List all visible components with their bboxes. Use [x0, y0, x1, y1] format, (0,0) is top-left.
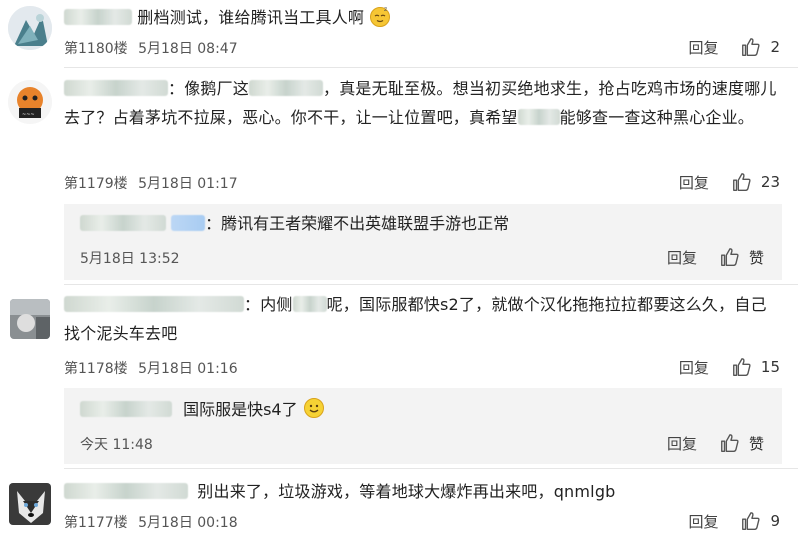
comment-text: 删档测试，谁给腾讯当工具人啊 z	[64, 3, 780, 32]
avatar[interactable]: ~~~	[8, 80, 52, 124]
like-count: 15	[760, 358, 780, 376]
reply-actions: 回复 赞	[667, 246, 764, 268]
floor-number: 第1177楼	[64, 515, 128, 531]
username-blurred[interactable]	[80, 215, 166, 231]
comment-actions: 回复 15	[679, 356, 780, 378]
reply-body: ：腾讯有王者荣耀不出英雄联盟手游也正常	[205, 214, 510, 233]
comment-actions: 回复 2	[688, 36, 780, 58]
thumbs-up-icon	[732, 173, 751, 191]
thumbs-up-icon	[742, 38, 761, 56]
reply-text: 国际服是快s4了	[80, 396, 766, 424]
reply-button[interactable]: 回复	[667, 247, 697, 268]
reply-text: ：腾讯有王者荣耀不出英雄联盟手游也正常	[80, 210, 766, 238]
reply-button[interactable]: 回复	[688, 511, 718, 532]
comment-meta: 第1180楼 5月18日 08:47	[64, 38, 238, 58]
redacted-text	[171, 215, 206, 231]
like-button[interactable]: 赞	[719, 432, 764, 454]
reply-button[interactable]: 回复	[667, 433, 697, 454]
comment-meta: 第1179楼 5月18日 01:17	[64, 173, 238, 193]
comment-body: 删档测试，谁给腾讯当工具人啊	[137, 8, 365, 27]
divider	[64, 468, 798, 469]
username-blurred[interactable]	[64, 483, 188, 499]
redacted-text	[517, 109, 560, 125]
avatar-image: ~~~	[8, 80, 52, 124]
avatar[interactable]	[9, 483, 51, 525]
comment-text: 别出来了，垃圾游戏，等着地球大爆炸再出来吧，qnmlgb	[64, 477, 780, 506]
reply-box: 国际服是快s4了 今天 11:48 回复 赞	[64, 388, 782, 464]
comment-text: ：像鹅厂这 ，真是无耻至极。想当初买绝地求生，抢占吃鸡市场的速度哪儿去了？占着茅坑…	[64, 74, 780, 132]
comment-text: ：内侧 呢，国际服都快s2了，就做个汉化拖拖拉拉都要这么久，自己找个泥头车去吧	[64, 290, 780, 348]
reply-button[interactable]: 回复	[688, 37, 718, 58]
username-blurred[interactable]	[80, 401, 172, 417]
avatar[interactable]	[8, 6, 52, 50]
like-button[interactable]: 23	[731, 171, 780, 193]
avatar-image	[10, 299, 50, 339]
comment-body-part: 能够查一查这种黑心企业。	[559, 108, 755, 127]
avatar-image	[9, 483, 51, 525]
redacted-text	[249, 80, 324, 96]
divider	[64, 284, 798, 285]
reply-button[interactable]: 回复	[679, 172, 709, 193]
like-label: 赞	[748, 248, 764, 267]
comment-actions: 回复 23	[679, 171, 780, 193]
comment-date: 5月18日 08:47	[138, 41, 238, 57]
avatar-image	[8, 6, 52, 50]
thumbs-up-icon	[742, 512, 761, 530]
username-blurred[interactable]	[64, 296, 244, 312]
sleepy-emoji-icon: z	[370, 6, 391, 27]
reply-date: 今天 11:48	[80, 437, 153, 453]
thumbs-up-icon	[721, 248, 739, 266]
smile-emoji-icon	[303, 398, 324, 418]
like-button[interactable]: 2	[740, 36, 780, 58]
like-count: 2	[770, 38, 780, 56]
avatar[interactable]	[10, 299, 50, 339]
username-blurred[interactable]	[64, 9, 132, 25]
like-label: 赞	[748, 434, 764, 453]
comment-body-part: ：内侧	[244, 295, 293, 314]
comment-body-part: ：像鹅厂这	[168, 79, 250, 98]
reply-button[interactable]: 回复	[679, 357, 709, 378]
floor-number: 第1180楼	[64, 41, 128, 57]
svg-text:z: z	[384, 6, 387, 13]
like-count: 23	[760, 173, 780, 191]
comment-actions: 回复 9	[688, 510, 780, 532]
like-count: 9	[770, 512, 780, 530]
username-blurred[interactable]	[64, 80, 168, 96]
svg-text:~~~: ~~~	[22, 112, 35, 118]
comment-meta: 第1177楼 5月18日 00:18	[64, 512, 238, 532]
comment-date: 5月18日 00:18	[138, 515, 238, 531]
floor-number: 第1179楼	[64, 176, 128, 192]
divider	[64, 67, 798, 68]
reply-box: ：腾讯有王者荣耀不出英雄联盟手游也正常 5月18日 13:52 回复 赞	[64, 204, 782, 280]
reply-body: 国际服是快s4了	[183, 400, 298, 419]
comment-date: 5月18日 01:16	[138, 361, 238, 377]
comment-body: 别出来了，垃圾游戏，等着地球大爆炸再出来吧，qnmlgb	[197, 482, 616, 501]
redacted-text	[292, 296, 327, 312]
reply-actions: 回复 赞	[667, 432, 764, 454]
floor-number: 第1178楼	[64, 361, 128, 377]
thumbs-up-icon	[721, 434, 739, 452]
comment-meta: 第1178楼 5月18日 01:16	[64, 358, 238, 378]
comment-date: 5月18日 01:17	[138, 176, 238, 192]
like-button[interactable]: 赞	[719, 246, 764, 268]
like-button[interactable]: 9	[740, 510, 780, 532]
comment-list: 删档测试，谁给腾讯当工具人啊 z 第1180楼 5月18日 08:47 回复 2	[0, 0, 798, 542]
thumbs-up-icon	[732, 358, 751, 376]
reply-date: 5月18日 13:52	[80, 251, 180, 267]
like-button[interactable]: 15	[731, 356, 780, 378]
